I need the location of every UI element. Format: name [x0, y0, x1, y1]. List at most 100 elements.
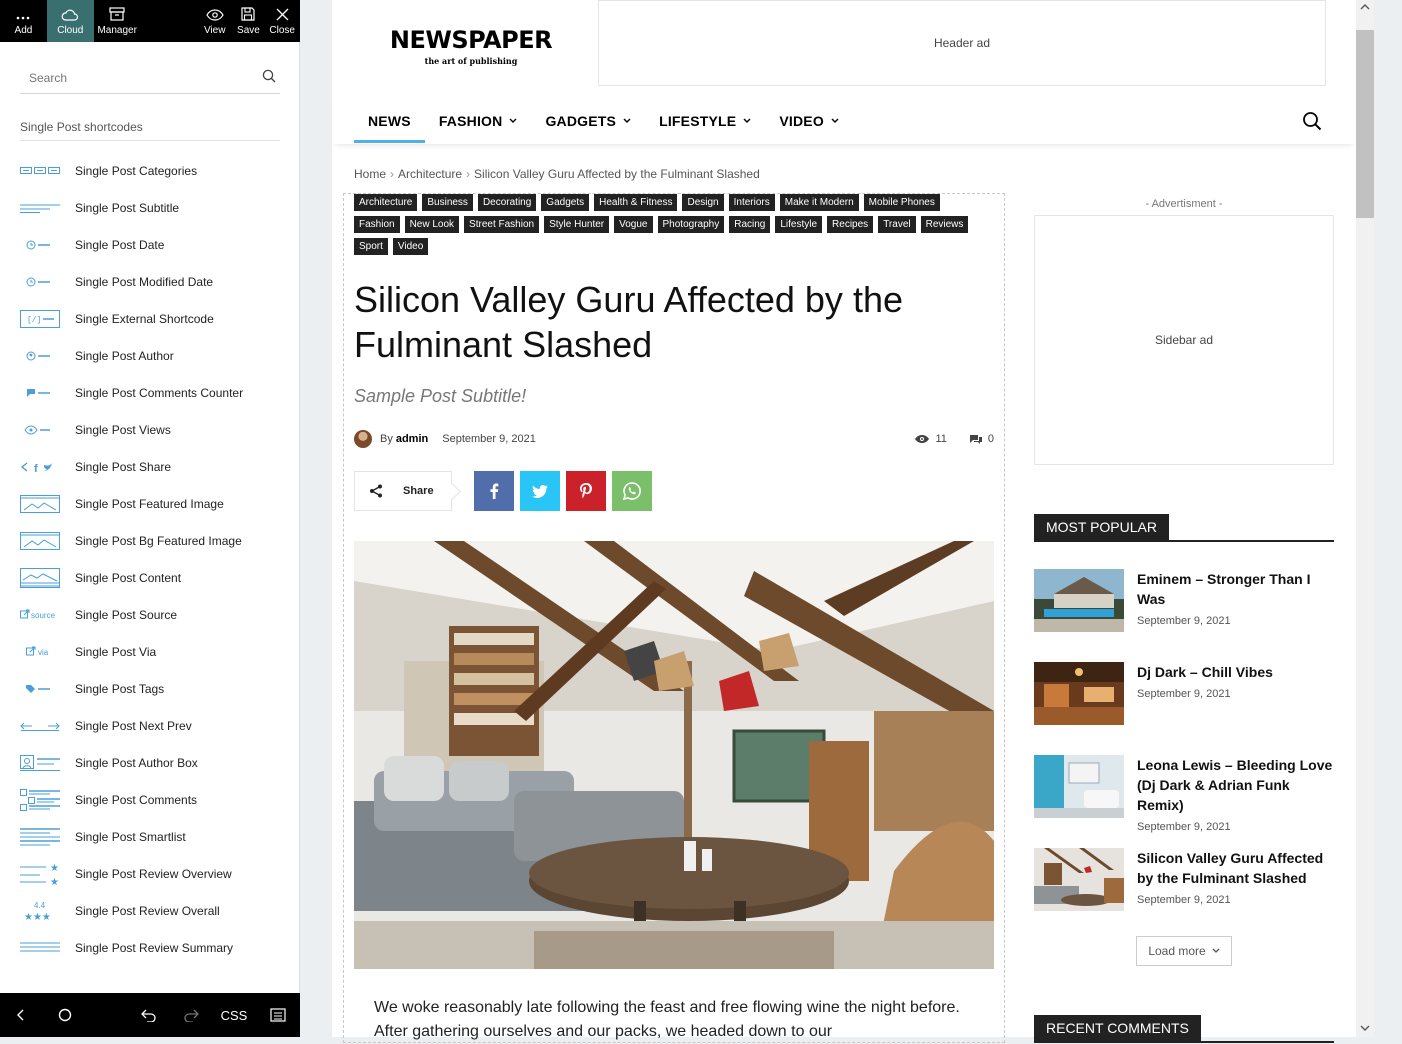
- undo-button[interactable]: [128, 993, 170, 1037]
- shortcode-label: Single Post Comments: [75, 792, 198, 807]
- category-tag[interactable]: Photography: [657, 216, 725, 233]
- category-tag[interactable]: Sport: [354, 238, 388, 255]
- view-button[interactable]: View: [197, 0, 233, 42]
- image-icon: [20, 494, 60, 514]
- shortcode-item[interactable]: Single Post Comments Counter: [20, 374, 290, 411]
- category-tag[interactable]: Recipes: [827, 216, 874, 233]
- cloud-button[interactable]: Cloud: [46, 0, 94, 42]
- shortcode-item[interactable]: via Single Post Via: [20, 633, 290, 670]
- scrollbar-thumb[interactable]: [1356, 30, 1374, 218]
- scroll-up-icon[interactable]: [1360, 3, 1370, 11]
- nav-item-video[interactable]: VIDEO: [765, 98, 853, 144]
- whatsapp-share-button[interactable]: [612, 471, 652, 511]
- popular-title[interactable]: Leona Lewis – Bleeding Love (Dj Dark & A…: [1137, 755, 1334, 815]
- popular-thumbnail[interactable]: [1034, 755, 1124, 818]
- shortcode-item[interactable]: Single Post Tags: [20, 670, 290, 707]
- page-settings-button[interactable]: [256, 993, 300, 1037]
- popular-thumbnail[interactable]: [1034, 569, 1124, 632]
- category-tag[interactable]: Reviews: [920, 216, 969, 233]
- nav-item-news[interactable]: NEWS: [354, 98, 425, 144]
- css-button[interactable]: CSS: [212, 993, 256, 1037]
- share-toggle[interactable]: Share: [354, 471, 452, 511]
- popular-item[interactable]: Dj Dark – Chill Vibes September 9, 2021: [1034, 662, 1334, 726]
- shortcode-item[interactable]: Single Post Featured Image: [20, 485, 290, 522]
- author-link[interactable]: admin: [396, 433, 428, 445]
- category-tag[interactable]: Vogue: [614, 216, 653, 233]
- shortcode-item[interactable]: Single Post Next Prev: [20, 707, 290, 744]
- comments-count[interactable]: 0: [988, 433, 994, 445]
- category-tag[interactable]: Design: [682, 194, 724, 211]
- popular-title[interactable]: Dj Dark – Chill Vibes: [1137, 662, 1273, 682]
- shortcode-item[interactable]: Single Post Author Box: [20, 744, 290, 781]
- post-subtitle: Sample Post Subtitle!: [354, 386, 527, 406]
- category-tag[interactable]: Interiors: [728, 194, 775, 211]
- popular-item[interactable]: Leona Lewis – Bleeding Love (Dj Dark & A…: [1034, 755, 1334, 833]
- avatar[interactable]: [354, 430, 372, 448]
- category-tag[interactable]: Gadgets: [541, 194, 590, 211]
- search-icon[interactable]: [262, 69, 276, 83]
- nav-item-gadgets[interactable]: GADGETS: [531, 98, 645, 144]
- shortcode-item[interactable]: ★ ★ Single Post Review Overview: [20, 855, 290, 892]
- facebook-share-button[interactable]: [474, 471, 514, 511]
- category-tag[interactable]: Lifestyle: [775, 216, 823, 233]
- shortcode-item[interactable]: 4.4 ★★★ Single Post Review Overall: [20, 892, 290, 929]
- chevron-down-icon: [831, 118, 839, 123]
- category-tag[interactable]: Travel: [878, 216, 916, 233]
- category-tag[interactable]: Fashion: [354, 216, 400, 233]
- shortcode-item[interactable]: Single Post Bg Featured Image: [20, 522, 290, 559]
- review-overall-icon: 4.4 ★★★: [20, 901, 60, 922]
- pinterest-share-button[interactable]: [566, 471, 606, 511]
- site-logo[interactable]: NEWSPAPER the art of publishing: [386, 26, 556, 66]
- breadcrumb-home[interactable]: Home: [354, 167, 386, 181]
- popular-title[interactable]: Silicon Valley Guru Affected by the Fulm…: [1137, 848, 1334, 888]
- shortcode-item[interactable]: f Single Post Share: [20, 448, 290, 485]
- category-tag[interactable]: Health & Fitness: [594, 194, 678, 211]
- popular-title[interactable]: Eminem – Stronger Than I Was: [1137, 569, 1334, 609]
- popular-thumbnail[interactable]: [1034, 848, 1124, 911]
- shortcode-item[interactable]: [/] Single External Shortcode: [20, 300, 290, 337]
- redo-button[interactable]: [170, 993, 212, 1037]
- close-button[interactable]: Close: [264, 0, 300, 42]
- back-button[interactable]: [0, 993, 42, 1037]
- shortcode-item[interactable]: Single Post Author: [20, 337, 290, 374]
- shortcode-item[interactable]: Single Post Categories: [20, 152, 290, 189]
- twitter-share-button[interactable]: [520, 471, 560, 511]
- shortcode-item[interactable]: Single Post Content: [20, 559, 290, 596]
- manager-button[interactable]: Manager: [94, 0, 141, 42]
- popular-item[interactable]: Eminem – Stronger Than I Was September 9,…: [1034, 569, 1334, 633]
- nav-item-fashion[interactable]: FASHION: [425, 98, 532, 144]
- home-button[interactable]: [42, 993, 88, 1037]
- category-tag[interactable]: Decorating: [477, 194, 537, 211]
- category-tag[interactable]: Business: [422, 194, 473, 211]
- shortcode-item[interactable]: Single Post Date: [20, 226, 290, 263]
- category-tag[interactable]: New Look: [404, 216, 460, 233]
- add-button[interactable]: Add: [0, 0, 47, 42]
- next-prev-icon: [20, 716, 60, 736]
- shortcode-item[interactable]: Single Post Review Summary: [20, 929, 290, 966]
- scroll-down-icon[interactable]: [1360, 1024, 1370, 1032]
- category-tag[interactable]: Architecture: [354, 194, 418, 211]
- category-tag[interactable]: Mobile Phones: [863, 194, 940, 211]
- load-more-button[interactable]: Load more: [1136, 936, 1232, 966]
- popular-thumbnail[interactable]: [1034, 662, 1124, 725]
- more-dots-icon: [17, 16, 30, 20]
- shortcode-label: Single Post Modified Date: [75, 274, 214, 289]
- shortcode-item[interactable]: Single Post Modified Date: [20, 263, 290, 300]
- search-input[interactable]: [20, 64, 240, 92]
- breadcrumb-category[interactable]: Architecture: [398, 167, 462, 181]
- subtitle-icon: [20, 198, 60, 218]
- category-tag[interactable]: Video: [392, 238, 429, 255]
- search-icon[interactable]: [1302, 111, 1322, 131]
- popular-item[interactable]: Silicon Valley Guru Affected by the Fulm…: [1034, 848, 1334, 912]
- shortcode-item[interactable]: Single Post Views: [20, 411, 290, 448]
- category-tag[interactable]: Make it Modern: [779, 194, 859, 211]
- save-button[interactable]: Save: [233, 0, 265, 42]
- shortcode-item[interactable]: Single Post Smartlist: [20, 818, 290, 855]
- shortcode-item[interactable]: Single Post Subtitle: [20, 189, 290, 226]
- shortcode-item[interactable]: source Single Post Source: [20, 596, 290, 633]
- category-tag[interactable]: Racing: [729, 216, 771, 233]
- shortcode-item[interactable]: Single Post Comments: [20, 781, 290, 818]
- category-tag[interactable]: Style Hunter: [544, 216, 610, 233]
- category-tag[interactable]: Street Fashion: [464, 216, 540, 233]
- nav-item-lifestyle[interactable]: LIFESTYLE: [645, 98, 765, 144]
